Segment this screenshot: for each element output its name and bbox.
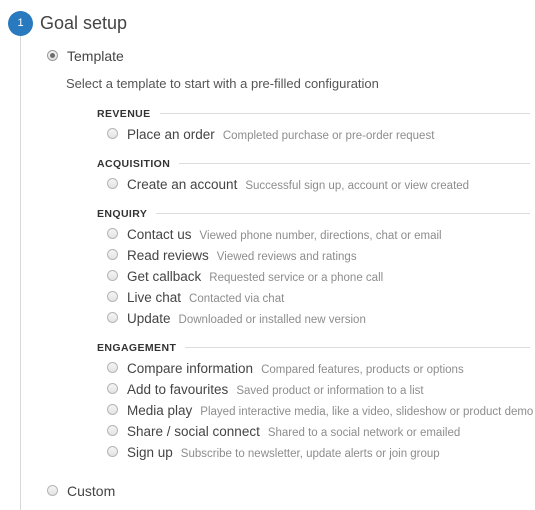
template-group: REVENUE Place an order Completed purchase …: [0, 107, 535, 145]
radio-template-option-icon[interactable]: [107, 446, 118, 457]
template-group-list: REVENUE Place an order Completed purchase …: [0, 107, 535, 463]
group-items: Place an order Completed purchase or pre-…: [97, 124, 530, 145]
template-option-name: Sign up: [127, 445, 173, 460]
template-option-name: Compare information: [127, 361, 254, 376]
group-title: ACQUISITION: [97, 157, 171, 170]
radio-template-option-icon[interactable]: [107, 383, 118, 394]
radio-custom-icon[interactable]: [47, 484, 58, 496]
template-group: ENGAGEMENT Compare information Compared fe…: [0, 341, 535, 463]
template-option-row[interactable]: Get callback Requested service or a phone…: [97, 266, 530, 287]
template-option-name: Create an account: [127, 177, 238, 192]
template-option-row[interactable]: Compare information Compared features, pr…: [97, 358, 530, 379]
radio-template-option-icon[interactable]: [107, 425, 118, 436]
template-option-row[interactable]: Contact us Viewed phone number, direction…: [97, 224, 530, 245]
radio-template-option-icon[interactable]: [107, 270, 118, 281]
template-option-row[interactable]: Place an order Completed purchase or pre-…: [97, 124, 530, 145]
template-option-name: Add to favourites: [127, 382, 229, 397]
radio-template-option-icon[interactable]: [107, 362, 118, 373]
template-option-row[interactable]: Sign up Subscribe to newsletter, update a…: [97, 442, 530, 463]
group-header: ACQUISITION: [97, 157, 530, 170]
radio-template-icon[interactable]: [47, 49, 58, 61]
template-option-description: Saved product or information to a list: [236, 385, 424, 397]
radio-template-option-icon[interactable]: [107, 404, 118, 415]
group-header: ENQUIRY: [97, 207, 530, 220]
template-option-description: Downloaded or installed new version: [178, 314, 366, 326]
template-option-row[interactable]: Read reviews Viewed reviews and ratings: [97, 245, 530, 266]
group-items: Create an account Successful sign up, acc…: [97, 174, 530, 195]
template-option-description: Completed purchase or pre-order request: [222, 130, 435, 142]
radio-template-option-icon[interactable]: [107, 291, 118, 302]
template-option-row[interactable]: Live chat Contacted via chat: [97, 287, 530, 308]
template-option-description: Contacted via chat: [189, 293, 285, 305]
template-option-row[interactable]: Share / social connect Shared to a social…: [97, 421, 530, 442]
template-option-row[interactable]: Create an account Successful sign up, acc…: [97, 174, 530, 195]
template-option-description: Played interactive media, like a video, …: [200, 406, 534, 418]
template-option-name: Read reviews: [127, 248, 209, 263]
template-option-description: Requested service or a phone call: [209, 272, 384, 284]
group-items: Contact us Viewed phone number, direction…: [97, 224, 530, 329]
template-option-row[interactable]: Update Downloaded or installed new versio…: [97, 308, 530, 329]
radio-template-option-icon[interactable]: [107, 178, 118, 189]
page-title: Goal setup: [40, 13, 128, 33]
group-items: Compare information Compared features, pr…: [97, 358, 534, 463]
group-title: ENQUIRY: [97, 207, 148, 220]
template-description: Select a template to start with a pre-fi…: [66, 76, 379, 91]
radio-template-option-icon[interactable]: [107, 312, 118, 323]
option-template[interactable]: Template: [0, 47, 535, 65]
option-custom-label: Custom: [67, 483, 116, 499]
template-group: ENQUIRY Contact us Viewed phone number, di…: [0, 207, 535, 329]
template-option-name: Get callback: [127, 269, 202, 284]
option-custom[interactable]: Custom: [0, 482, 535, 500]
template-option-description: Successful sign up, account or view crea…: [245, 180, 470, 192]
template-option-name: Update: [127, 311, 171, 326]
template-option-name: Place an order: [127, 127, 215, 142]
step-number-badge: 1: [8, 11, 33, 36]
template-option-description: Compared features, products or options: [261, 364, 464, 376]
group-title: ENGAGEMENT: [97, 341, 177, 354]
template-option-description: Viewed phone number, directions, chat or…: [199, 230, 442, 242]
template-option-description: Subscribe to newsletter, update alerts o…: [180, 448, 440, 460]
radio-template-option-icon[interactable]: [107, 228, 118, 239]
radio-template-option-icon[interactable]: [107, 249, 118, 260]
group-divider: [159, 113, 530, 114]
option-template-label: Template: [67, 48, 124, 64]
template-option-row[interactable]: Add to favourites Saved product or inform…: [97, 379, 530, 400]
template-option-description: Viewed reviews and ratings: [216, 251, 357, 263]
template-option-description: Shared to a social network or emailed: [267, 427, 461, 439]
template-option-name: Live chat: [127, 290, 182, 305]
group-header: REVENUE: [97, 107, 530, 120]
group-title: REVENUE: [97, 107, 151, 120]
template-option-name: Share / social connect: [127, 424, 260, 439]
goal-setup-content: Template Select a template to start with…: [0, 42, 535, 500]
template-option-name: Contact us: [127, 227, 192, 242]
template-group: ACQUISITION Create an account Successful s…: [0, 157, 535, 195]
group-header: ENGAGEMENT: [97, 341, 530, 354]
group-divider: [179, 163, 530, 164]
radio-template-option-icon[interactable]: [107, 128, 118, 139]
template-option-row[interactable]: Media play Played interactive media, like…: [97, 400, 534, 421]
group-divider: [156, 213, 530, 214]
template-option-name: Media play: [127, 403, 193, 418]
group-divider: [185, 347, 530, 348]
